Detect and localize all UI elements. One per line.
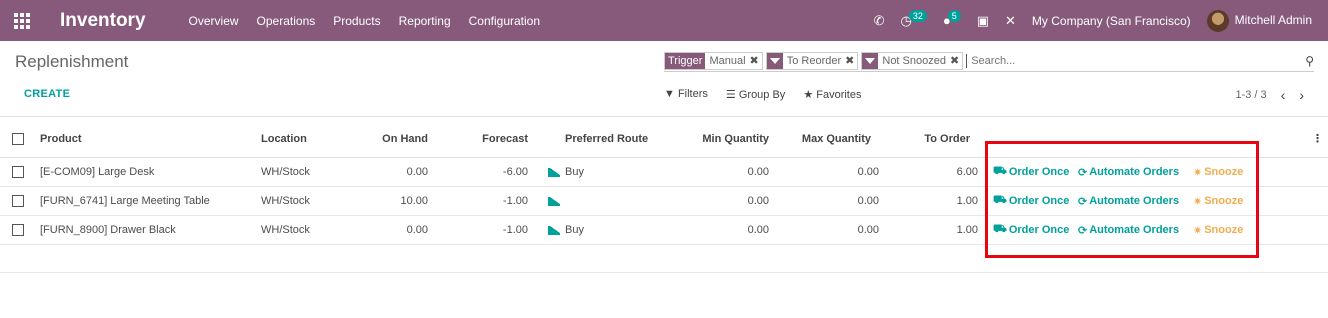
facet-to-reorder: To Reorder ✖ — [765, 51, 859, 70]
header-location[interactable]: Location — [261, 120, 307, 157]
max-quantity-cell[interactable]: 0.00 — [790, 216, 879, 244]
search-input[interactable] — [966, 53, 1306, 68]
forecast-cell[interactable]: -1.00 — [460, 216, 528, 244]
header-max-quantity[interactable]: Max Quantity — [790, 120, 871, 157]
user-name: Mitchell Admin — [1234, 12, 1312, 27]
company-switcher[interactable]: My Company (San Francisco) — [1032, 14, 1191, 28]
favorites-dropdown[interactable]: ★ Favorites — [803, 88, 861, 101]
main-menu: Overview Operations Products Reporting C… — [180, 14, 550, 28]
menu-item-configuration[interactable]: Configuration — [460, 14, 549, 28]
route-cell[interactable]: Buy — [565, 158, 584, 186]
forecast-chart-icon[interactable] — [538, 216, 560, 244]
to-order-cell[interactable]: 1.00 — [910, 216, 978, 244]
app-name[interactable]: Inventory — [60, 10, 146, 32]
star-icon: ★ — [803, 89, 814, 101]
gift-icon[interactable]: ▣ — [977, 13, 989, 29]
min-quantity-cell[interactable]: 0.00 — [680, 216, 769, 244]
top-navbar: Inventory Overview Operations Products R… — [0, 0, 1328, 41]
row-checkbox[interactable] — [12, 158, 24, 186]
page-title: Replenishment — [15, 52, 129, 71]
forecast-cell[interactable]: -6.00 — [460, 158, 528, 186]
list-icon: ☰ — [725, 89, 736, 101]
header-forecast[interactable]: Forecast — [460, 120, 528, 157]
menu-item-operations[interactable]: Operations — [248, 14, 325, 28]
chevron-left-icon[interactable]: ‹ — [1281, 87, 1286, 103]
activity-badge: 32 — [908, 9, 927, 22]
facet-label: Trigger — [665, 52, 706, 69]
min-quantity-cell[interactable]: 0.00 — [680, 187, 769, 215]
select-all-checkbox[interactable] — [12, 120, 24, 157]
facet-value: Manual — [709, 54, 746, 67]
highlight-box — [985, 141, 1259, 258]
on-hand-cell[interactable]: 0.00 — [360, 216, 428, 244]
activity-icon[interactable]: ◷ 32 — [900, 9, 927, 29]
product-cell[interactable]: [E-COM09] Large Desk — [40, 158, 154, 186]
chevron-right-icon[interactable]: › — [1299, 87, 1304, 103]
remove-facet-icon[interactable]: ✖ — [950, 54, 962, 67]
forecast-cell[interactable]: -1.00 — [460, 187, 528, 215]
to-order-cell[interactable]: 6.00 — [910, 158, 978, 186]
chat-icon[interactable]: ● 5 — [943, 9, 961, 28]
user-menu[interactable]: Mitchell Admin — [1206, 9, 1312, 32]
menu-item-reporting[interactable]: Reporting — [390, 14, 460, 28]
min-quantity-cell[interactable]: 0.00 — [680, 158, 769, 186]
groupby-label: Group By — [738, 89, 786, 101]
menu-item-products[interactable]: Products — [324, 14, 389, 28]
header-preferred-route[interactable]: Preferred Route — [565, 120, 648, 157]
create-button[interactable]: CREATE — [24, 88, 70, 100]
to-order-cell[interactable]: 1.00 — [910, 187, 978, 215]
filter-toolbar: ▼ Filters ☰ Group By ★ Favorites — [664, 88, 862, 101]
header-on-hand[interactable]: On Hand — [360, 120, 428, 157]
app-switcher-icon[interactable] — [0, 0, 44, 41]
remove-facet-icon[interactable]: ✖ — [750, 54, 762, 67]
header-product[interactable]: Product — [40, 120, 82, 157]
location-cell[interactable]: WH/Stock — [261, 158, 310, 186]
filters-label: Filters — [677, 88, 708, 100]
header-to-order[interactable]: To Order — [910, 120, 970, 157]
filter-icon — [766, 52, 783, 69]
groupby-dropdown[interactable]: ☰ Group By — [726, 88, 785, 101]
facet-not-snoozed: Not Snoozed ✖ — [861, 51, 964, 70]
menu-item-overview[interactable]: Overview — [180, 14, 248, 28]
message-badge: 5 — [947, 9, 961, 22]
tools-icon[interactable]: ✕ — [1005, 13, 1016, 29]
control-panel: Replenishment CREATE Trigger Manual ✖ To… — [0, 41, 1328, 117]
filter-icon — [862, 52, 879, 69]
max-quantity-cell[interactable]: 0.00 — [790, 187, 879, 215]
facet-trigger: Trigger Manual ✖ — [664, 51, 763, 70]
optional-columns-icon[interactable]: ⋮ — [1312, 120, 1323, 157]
remove-facet-icon[interactable]: ✖ — [845, 54, 857, 67]
product-cell[interactable]: [FURN_6741] Large Meeting Table — [40, 187, 210, 215]
favorites-label: Favorites — [816, 89, 862, 101]
facet-value: Not Snoozed — [882, 54, 946, 67]
facet-value: To Reorder — [786, 54, 842, 67]
forecast-chart-icon[interactable] — [538, 158, 560, 186]
phone-icon[interactable]: ✆ — [874, 13, 885, 29]
header-min-quantity[interactable]: Min Quantity — [680, 120, 769, 157]
forecast-chart-icon[interactable] — [538, 187, 560, 215]
search-bar: Trigger Manual ✖ To Reorder ✖ Not Snooze… — [664, 50, 1314, 72]
pager-value[interactable]: 1-3 / 3 — [1235, 89, 1266, 101]
avatar — [1206, 9, 1229, 32]
row-checkbox[interactable] — [12, 216, 24, 244]
filter-icon: ▼ — [664, 88, 675, 100]
location-cell[interactable]: WH/Stock — [261, 187, 310, 215]
product-cell[interactable]: [FURN_8900] Drawer Black — [40, 216, 176, 244]
pager: 1-3 / 3 ‹ › — [1235, 87, 1304, 103]
route-cell[interactable]: Buy — [565, 216, 584, 244]
on-hand-cell[interactable]: 0.00 — [360, 158, 428, 186]
row-checkbox[interactable] — [12, 187, 24, 215]
location-cell[interactable]: WH/Stock — [261, 216, 310, 244]
search-icon[interactable]: ⚲ — [1305, 54, 1314, 68]
max-quantity-cell[interactable]: 0.00 — [790, 158, 879, 186]
on-hand-cell[interactable]: 10.00 — [360, 187, 428, 215]
filters-dropdown[interactable]: ▼ Filters — [664, 88, 708, 101]
